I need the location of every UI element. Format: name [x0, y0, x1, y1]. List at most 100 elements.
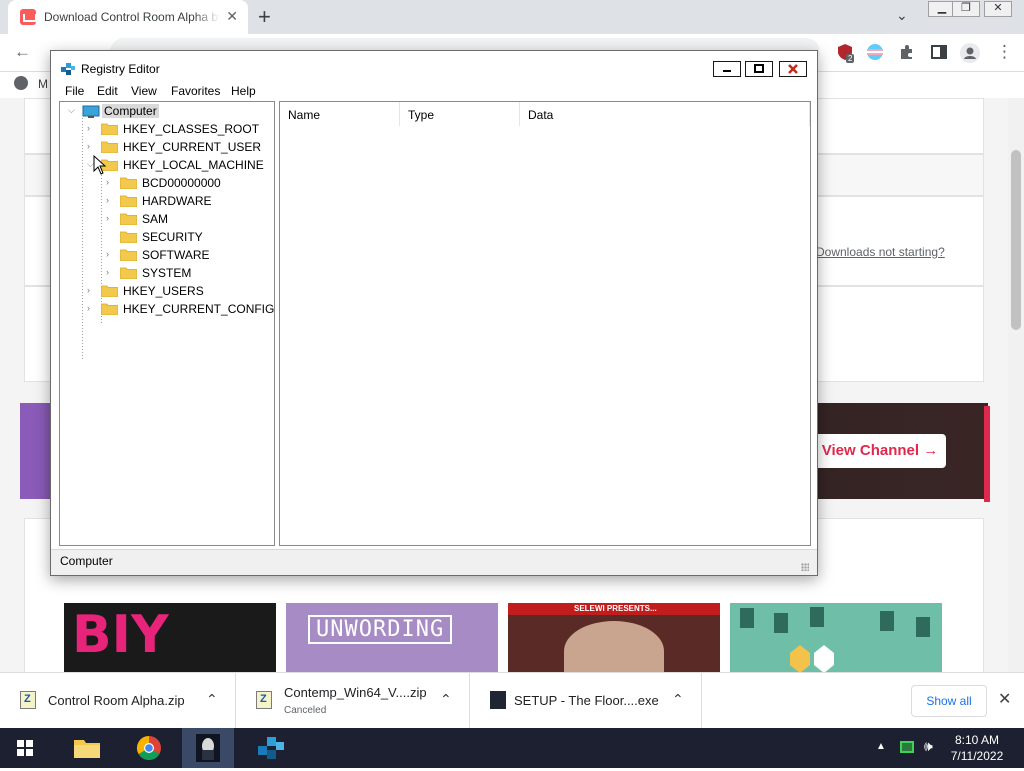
expand-arrow-icon[interactable]: ›	[87, 285, 90, 295]
show-all-button[interactable]: Show all	[911, 685, 987, 717]
tree-node-label: BCD00000000	[142, 176, 221, 190]
column-header-type[interactable]: Type	[400, 102, 520, 126]
start-button[interactable]	[0, 728, 50, 768]
tree-node-label: SAM	[142, 212, 169, 226]
expand-arrow-icon[interactable]: ›	[106, 267, 109, 277]
taskbar-clock[interactable]: 8:10 AM 7/11/2022	[944, 732, 1010, 764]
menu-edit[interactable]: Edit	[97, 84, 118, 98]
game-thumbnail[interactable]: UNWORDING	[286, 603, 498, 672]
tree-node-label: SOFTWARE	[142, 248, 210, 262]
profile-avatar-icon[interactable]	[960, 43, 980, 63]
windows-taskbar: ▲ 🕪 8:10 AM 7/11/2022	[0, 728, 1024, 768]
download-status: Canceled	[284, 705, 327, 716]
folder-icon	[100, 303, 119, 316]
collapse-arrow-icon[interactable]: ⌵	[68, 105, 75, 116]
folder-icon	[119, 231, 138, 244]
menu-file[interactable]: File	[65, 84, 84, 98]
new-tab-button[interactable]: +	[258, 4, 271, 30]
mouse-cursor-icon	[93, 155, 107, 175]
computer-icon	[82, 105, 100, 118]
game-taskbar-icon[interactable]	[182, 728, 234, 768]
menu-view[interactable]: View	[131, 84, 157, 98]
expand-arrow-icon[interactable]: ›	[106, 177, 109, 187]
game-thumbnail[interactable]	[730, 603, 942, 672]
browser-tab[interactable]: Download Control Room Alpha by ✕	[8, 0, 248, 34]
restore-button[interactable]: ❐	[952, 1, 980, 17]
page-scrollbar[interactable]	[1008, 98, 1024, 672]
banner-accent	[984, 406, 990, 502]
exe-file-icon	[490, 691, 506, 709]
folder-icon	[119, 267, 138, 280]
minimize-button[interactable]	[713, 61, 741, 77]
download-item[interactable]: Contemp_Win64_V....zip Canceled ⌃	[236, 673, 470, 729]
regedit-taskbar-icon[interactable]	[246, 728, 296, 768]
volume-icon[interactable]: 🕪	[924, 738, 933, 755]
download-filename: Contemp_Win64_V....zip	[284, 685, 427, 700]
folder-icon	[100, 123, 119, 136]
extensions-puzzle-icon[interactable]	[898, 43, 916, 61]
itch-favicon-icon	[20, 9, 37, 25]
column-header-data[interactable]: Data	[520, 102, 810, 126]
registry-tree[interactable]: ⌵ Computer › HKEY_CLASSES_ROOT › HKEY_CU…	[59, 101, 275, 546]
chevron-up-icon[interactable]: ⌃	[672, 691, 684, 708]
side-panel-icon[interactable]	[930, 43, 948, 61]
game-thumbnail[interactable]: BIY	[64, 603, 276, 672]
close-window-button[interactable]: ✕	[984, 1, 1012, 17]
expand-arrow-icon[interactable]: ›	[106, 195, 109, 205]
resize-grip[interactable]	[801, 563, 809, 571]
tree-node-label: SYSTEM	[142, 266, 192, 280]
title-bar[interactable]: Registry Editor	[51, 51, 817, 83]
clock-date: 7/11/2022	[950, 749, 1004, 763]
file-explorer-taskbar-icon[interactable]	[62, 728, 112, 768]
expand-arrow-icon[interactable]: ›	[87, 123, 90, 133]
chevron-up-icon[interactable]: ⌃	[206, 691, 218, 708]
zip-file-icon	[256, 691, 272, 709]
menu-help[interactable]: Help	[231, 84, 256, 98]
expand-arrow-icon[interactable]: ›	[106, 213, 109, 223]
registry-editor-icon	[60, 61, 76, 77]
status-path: Computer	[60, 554, 113, 568]
column-header-name[interactable]: Name	[280, 102, 400, 126]
extension-flag-icon[interactable]	[866, 43, 884, 61]
zip-file-icon	[20, 691, 36, 709]
window-title: Registry Editor	[81, 62, 160, 76]
tree-node-label: HARDWARE	[142, 194, 212, 208]
back-arrow-icon[interactable]: ←	[14, 42, 31, 62]
folder-icon	[119, 213, 138, 226]
chrome-taskbar-icon[interactable]	[124, 728, 174, 768]
clock-time: 8:10 AM	[954, 733, 1000, 747]
chevron-up-icon[interactable]: ⌃	[440, 691, 452, 708]
bookmark-item[interactable]: M	[38, 77, 48, 91]
game-thumbnail[interactable]: SELEWI PRESENTS...	[508, 603, 720, 672]
maximize-button[interactable]	[745, 61, 773, 77]
tray-app-icon[interactable]	[900, 741, 914, 753]
download-item[interactable]: SETUP - The Floor....exe ⌃	[470, 673, 702, 729]
folder-icon	[119, 195, 138, 208]
menu-favorites[interactable]: Favorites	[171, 84, 220, 98]
view-channel-button[interactable]: View Channel →	[814, 434, 946, 468]
tab-close-icon[interactable]: ✕	[226, 8, 238, 24]
extension-badge: 2	[846, 54, 855, 63]
close-shelf-icon[interactable]: ✕	[998, 689, 1011, 709]
more-menu-icon[interactable]: ⋮	[996, 42, 1013, 62]
tray-chevron-icon[interactable]: ▲	[876, 741, 886, 752]
status-bar: Computer	[51, 549, 817, 575]
downloads-not-starting-link[interactable]: Downloads not starting?	[816, 245, 945, 259]
folder-icon	[100, 285, 119, 298]
tree-node-label: HKEY_LOCAL_MACHINE	[123, 158, 264, 172]
download-filename: Control Room Alpha.zip	[48, 693, 185, 708]
close-button[interactable]	[779, 61, 807, 77]
folder-icon	[100, 141, 119, 154]
tab-strip: Download Control Room Alpha by ✕ + ⌄ ▁ ❐…	[0, 0, 1024, 34]
download-item[interactable]: Control Room Alpha.zip ⌃	[0, 673, 236, 729]
download-filename: SETUP - The Floor....exe	[514, 693, 659, 708]
tab-search-icon[interactable]: ⌄	[896, 7, 908, 24]
folder-icon	[119, 177, 138, 190]
registry-editor-window: Registry Editor File Edit View Favorites…	[50, 50, 818, 576]
expand-arrow-icon[interactable]: ›	[87, 303, 90, 313]
expand-arrow-icon[interactable]: ›	[106, 249, 109, 259]
tree-node-label: HKEY_CURRENT_USER	[123, 140, 262, 154]
tree-node-label: HKEY_CURRENT_CONFIG	[123, 302, 275, 316]
values-list[interactable]: Name Type Data	[279, 101, 811, 546]
expand-arrow-icon[interactable]: ›	[87, 141, 90, 151]
